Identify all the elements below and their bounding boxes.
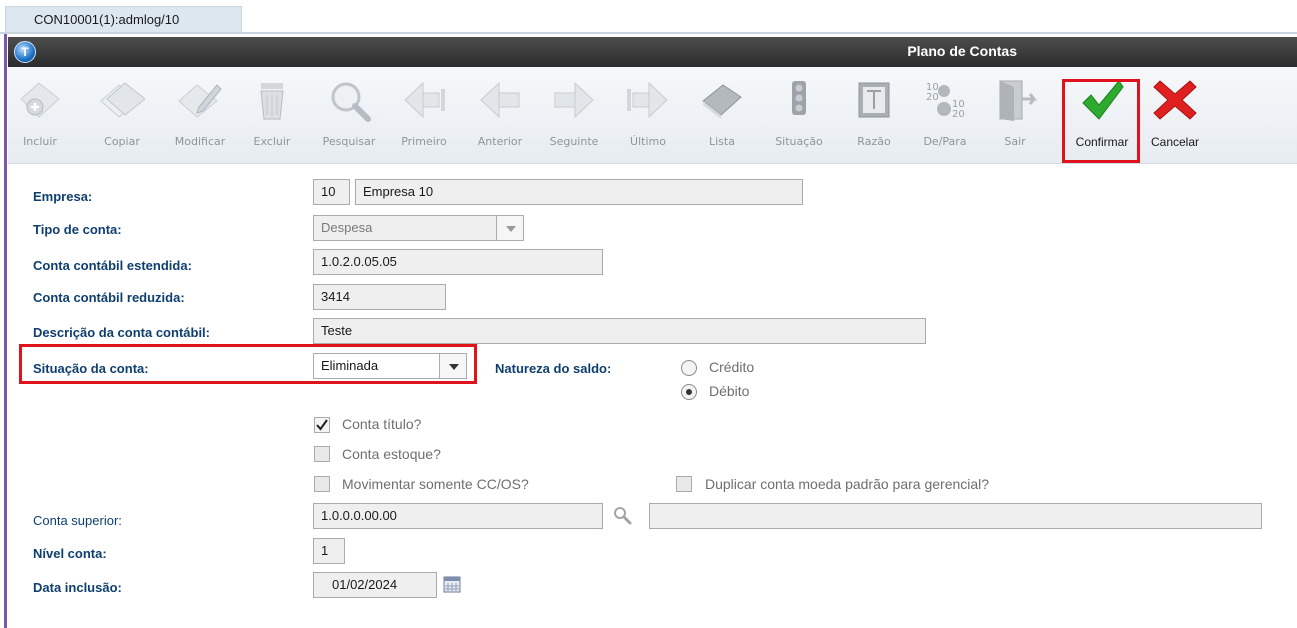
exit-door-icon [999,80,1038,121]
conta-estendida-label: Conta contábil estendida: [33,258,192,273]
conta-reduzida-label: Conta contábil reduzida: [33,290,185,305]
movimentar-cc-label: Movimentar somente CC/OS? [342,476,529,492]
seguinte-button[interactable]: Seguinte [544,77,604,157]
window-titlebar: T Plano de Contas [8,37,1297,67]
tipo-conta-select[interactable]: Despesa [313,215,524,241]
window-tab[interactable]: CON10001(1):admlog/10 [5,6,242,32]
incluir-button[interactable]: Incluir [12,77,68,157]
first-arrow-icon [404,81,445,119]
app-logo-icon: T [14,41,36,63]
pesquisar-button[interactable]: Pesquisar [316,77,382,157]
movimentar-cc-checkbox[interactable] [314,476,330,492]
red-x-icon [1153,80,1197,120]
conta-estendida-field[interactable]: 1.0.2.0.05.05 [313,249,603,275]
duplicar-checkbox[interactable] [676,476,692,492]
copy-icon [100,82,145,118]
anterior-button[interactable]: Anterior [472,77,528,157]
cancelar-button[interactable]: Cancelar [1142,77,1208,157]
razao-button[interactable]: Razão [850,77,898,157]
data-inclusao-field[interactable]: 01/02/2024 [313,572,437,598]
situacao-button[interactable]: Situação [766,77,832,157]
conta-estoque-checkbox[interactable] [314,446,330,462]
lookup-search-icon[interactable] [612,505,634,527]
confirmar-highlight [1062,79,1140,163]
descricao-field[interactable]: Teste [313,318,926,344]
conta-superior-field[interactable]: 1.0.0.0.00.00 [313,503,603,529]
debito-radio[interactable] [681,384,697,400]
conta-titulo-label: Conta título? [342,416,422,432]
svg-text:20: 20 [952,109,965,120]
sair-button[interactable]: Sair [992,77,1038,157]
last-arrow-icon [627,81,668,119]
add-document-icon [20,82,60,118]
data-inclusao-label: Data inclusão: [33,580,122,595]
window-title: Plano de Contas [907,43,1017,59]
credito-label: Crédito [709,359,755,375]
next-arrow-icon [554,81,594,119]
ultimo-button[interactable]: Último [620,77,676,157]
nivel-label: Nível conta: [33,546,107,561]
credito-radio[interactable] [681,360,697,376]
natureza-label: Natureza do saldo: [495,361,612,376]
check-icon [316,419,328,431]
conta-titulo-checkbox[interactable] [314,417,330,433]
copiar-button[interactable]: Copiar [92,77,152,157]
conta-estoque-label: Conta estoque? [342,446,441,462]
traffic-light-icon [792,81,806,115]
modificar-button[interactable]: Modificar [166,77,234,157]
tipo-conta-label: Tipo de conta: [33,222,122,237]
tipo-conta-value: Despesa [321,220,373,235]
descricao-label: Descrição da conta contábil: [33,325,210,340]
trash-icon [260,83,284,120]
excluir-button[interactable]: Excluir [244,77,300,157]
empresa-name-field[interactable]: Empresa 10 [355,179,803,205]
nivel-field[interactable]: 1 [313,538,345,564]
mapping-gears-icon: 10201020 [926,82,965,120]
edit-icon [178,84,222,118]
conta-superior-description [649,503,1262,529]
svg-text:20: 20 [926,92,939,103]
book-list-icon [702,84,742,119]
ledger-icon [858,82,890,118]
situacao-highlight [19,344,477,384]
search-icon [331,82,371,122]
duplicar-label: Duplicar conta moeda padrão para gerenci… [705,476,990,492]
calendar-icon[interactable] [443,575,461,593]
window-left-border [4,34,7,628]
primeiro-button[interactable]: Primeiro [394,77,454,157]
empresa-code-field[interactable]: 10 [313,179,350,205]
empresa-label: Empresa: [33,189,93,204]
chevron-down-icon[interactable] [496,216,523,240]
de-para-button[interactable]: 10 20 10 20 De/Para [914,77,976,157]
previous-arrow-icon [480,81,520,119]
conta-superior-label: Conta superior: [33,513,122,528]
debito-label: Débito [709,383,750,399]
conta-reduzida-field[interactable]: 3414 [313,284,446,310]
lista-button[interactable]: Lista [696,77,748,157]
